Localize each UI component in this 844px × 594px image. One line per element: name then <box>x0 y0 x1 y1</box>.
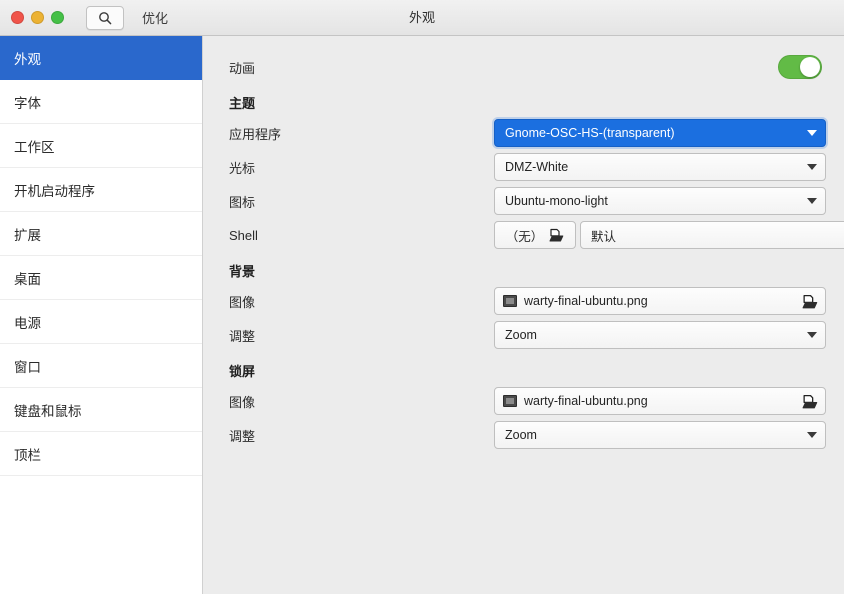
background-adjustment-label: 调整 <box>229 328 256 344</box>
lockscreen-adjustment-value: Zoom <box>505 428 537 442</box>
lockscreen-image-chooser[interactable]: warty-final-ubuntu.png <box>494 387 826 415</box>
background-image-value: warty-final-ubuntu.png <box>524 294 648 308</box>
sidebar-item-keyboard-mouse[interactable]: 键盘和鼠标 <box>0 388 202 432</box>
image-thumbnail-icon <box>503 395 517 407</box>
applications-theme-value: Gnome-OSC-HS-(transparent) <box>505 126 675 140</box>
chevron-down-icon <box>807 130 817 136</box>
search-icon <box>98 11 112 25</box>
applications-theme-dropdown[interactable]: Gnome-OSC-HS-(transparent) <box>494 119 826 147</box>
shell-theme-dropdown[interactable]: 默认 <box>580 221 844 249</box>
cursor-label: 光标 <box>229 160 256 176</box>
chevron-down-icon <box>807 332 817 338</box>
lockscreen-image-value: warty-final-ubuntu.png <box>524 394 648 408</box>
sidebar-item-label: 电源 <box>14 315 41 331</box>
file-open-icon <box>549 228 564 242</box>
sidebar-item-windows[interactable]: 窗口 <box>0 344 202 388</box>
chevron-down-icon <box>807 198 817 204</box>
minimize-button[interactable] <box>31 11 44 24</box>
animation-label: 动画 <box>229 60 256 76</box>
background-adjustment-dropdown[interactable]: Zoom <box>494 321 826 349</box>
shell-theme-file-value: （无） <box>505 229 544 244</box>
settings-panel: 动画 主题 应用程序 Gnome-OSC-HS-(transparent) 光标… <box>203 36 844 594</box>
theme-section-heading: 主题 <box>229 96 256 111</box>
window-controls <box>11 11 64 24</box>
sidebar-item-label: 扩展 <box>14 227 41 243</box>
cursor-theme-dropdown[interactable]: DMZ-White <box>494 153 826 181</box>
row-animation: 动画 <box>229 50 822 84</box>
maximize-button[interactable] <box>51 11 64 24</box>
file-open-icon[interactable] <box>802 394 818 409</box>
sidebar-item-label: 开机启动程序 <box>14 183 95 199</box>
sidebar-item-label: 键盘和鼠标 <box>14 403 82 419</box>
sidebar-item-label: 桌面 <box>14 271 41 287</box>
sidebar-item-label: 字体 <box>14 95 41 111</box>
search-button[interactable] <box>86 5 124 30</box>
window-title: 外观 <box>408 10 435 25</box>
sidebar-item-label: 工作区 <box>14 139 55 155</box>
lockscreen-image-label: 图像 <box>229 394 256 410</box>
icons-label: 图标 <box>229 194 256 210</box>
row-background-adjustment: 调整 Zoom <box>229 318 826 352</box>
app-name: 优化 <box>142 11 169 26</box>
sidebar-item-label: 外观 <box>14 51 41 67</box>
file-open-icon[interactable] <box>802 294 818 309</box>
sidebar-item-workspaces[interactable]: 工作区 <box>0 124 202 168</box>
row-background-image: 图像 warty-final-ubuntu.png <box>229 284 826 318</box>
animation-toggle[interactable] <box>778 55 822 79</box>
icon-theme-dropdown[interactable]: Ubuntu-mono-light <box>494 187 826 215</box>
main-area: 外观 字体 工作区 开机启动程序 扩展 桌面 电源 窗口 键盘和鼠标 顶栏 动画… <box>0 36 844 594</box>
sidebar-item-fonts[interactable]: 字体 <box>0 80 202 124</box>
tweaks-window: 优化 外观 外观 字体 工作区 开机启动程序 扩展 桌面 电源 窗口 键盘和鼠标… <box>0 0 844 594</box>
sidebar-item-label: 顶栏 <box>14 447 41 463</box>
background-image-chooser[interactable]: warty-final-ubuntu.png <box>494 287 826 315</box>
titlebar: 优化 外观 <box>0 0 844 36</box>
row-lockscreen-adjustment: 调整 Zoom <box>229 418 826 452</box>
toggle-knob <box>800 57 820 77</box>
sidebar-item-top-bar[interactable]: 顶栏 <box>0 432 202 476</box>
row-theme-icons: 图标 Ubuntu-mono-light <box>229 184 826 218</box>
background-image-label: 图像 <box>229 294 256 310</box>
background-adjustment-value: Zoom <box>505 328 537 342</box>
icon-theme-value: Ubuntu-mono-light <box>505 194 608 208</box>
image-thumbnail-icon <box>503 295 517 307</box>
sidebar-item-power[interactable]: 电源 <box>0 300 202 344</box>
lockscreen-adjustment-label: 调整 <box>229 428 256 444</box>
background-section-heading: 背景 <box>229 264 256 279</box>
applications-label: 应用程序 <box>229 126 282 142</box>
shell-theme-value: 默认 <box>591 229 617 244</box>
shell-theme-file-button[interactable]: （无） <box>494 221 576 249</box>
sidebar-item-label: 窗口 <box>14 359 41 375</box>
row-theme-cursor: 光标 DMZ-White <box>229 150 826 184</box>
row-lockscreen-image: 图像 warty-final-ubuntu.png <box>229 384 826 418</box>
chevron-down-icon <box>807 164 817 170</box>
chevron-down-icon <box>807 432 817 438</box>
lockscreen-adjustment-dropdown[interactable]: Zoom <box>494 421 826 449</box>
row-theme-applications: 应用程序 Gnome-OSC-HS-(transparent) <box>229 116 826 150</box>
shell-label: Shell <box>229 227 258 243</box>
sidebar-item-extensions[interactable]: 扩展 <box>0 212 202 256</box>
sidebar-item-startup-applications[interactable]: 开机启动程序 <box>0 168 202 212</box>
close-button[interactable] <box>11 11 24 24</box>
sidebar-item-appearance[interactable]: 外观 <box>0 36 202 80</box>
sidebar: 外观 字体 工作区 开机启动程序 扩展 桌面 电源 窗口 键盘和鼠标 顶栏 <box>0 36 203 594</box>
row-theme-shell: Shell （无） 默认 <box>229 218 844 252</box>
lockscreen-section-heading: 锁屏 <box>229 364 256 379</box>
sidebar-item-desktop[interactable]: 桌面 <box>0 256 202 300</box>
cursor-theme-value: DMZ-White <box>505 160 569 174</box>
